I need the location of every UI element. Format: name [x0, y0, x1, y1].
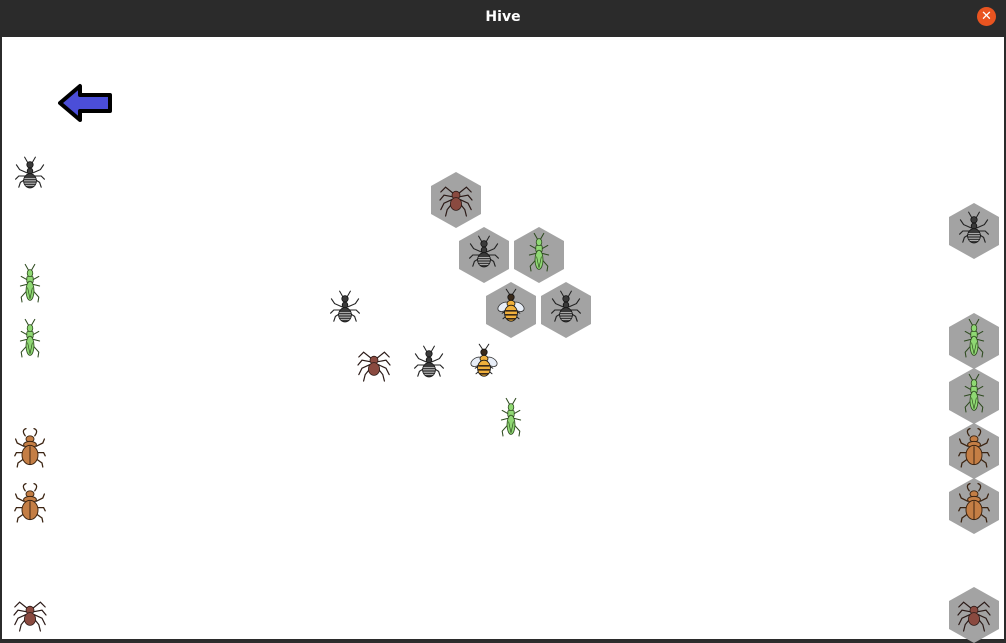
- spider-icon: [357, 351, 391, 382]
- hive-window: Hive ✕: [0, 0, 1006, 643]
- board-spider[interactable]: [431, 172, 481, 228]
- beetle-icon: [14, 427, 46, 468]
- spider-icon: [13, 601, 47, 632]
- board-bee[interactable]: [459, 337, 509, 393]
- right-hand-beetle[interactable]: [949, 478, 999, 534]
- close-button[interactable]: ✕: [977, 7, 996, 26]
- right-hand-beetle[interactable]: [949, 423, 999, 479]
- grasshopper-icon: [19, 263, 41, 303]
- grasshopper-icon: [500, 397, 522, 437]
- beetle-icon: [14, 482, 46, 523]
- right-hand-ant[interactable]: [949, 203, 999, 259]
- board-ant[interactable]: [320, 282, 370, 338]
- close-icon: ✕: [981, 9, 992, 24]
- left-hand-grasshopper[interactable]: [5, 313, 55, 369]
- right-hand-grasshopper[interactable]: [949, 368, 999, 424]
- board-ant[interactable]: [541, 282, 591, 338]
- left-hand-grasshopper[interactable]: [5, 258, 55, 314]
- board-ant[interactable]: [404, 337, 454, 393]
- left-hand-spider[interactable]: [5, 587, 55, 643]
- ant-icon: [330, 290, 360, 323]
- left-arrow-icon: [58, 84, 112, 122]
- board-ant[interactable]: [459, 227, 509, 283]
- back-button[interactable]: [58, 83, 114, 123]
- right-hand-grasshopper[interactable]: [949, 313, 999, 369]
- board-grasshopper[interactable]: [514, 227, 564, 283]
- ant-icon: [414, 345, 444, 378]
- right-hand-spider[interactable]: [949, 587, 999, 643]
- bee-icon: [470, 343, 498, 377]
- titlebar: Hive ✕: [0, 0, 1006, 34]
- window-title: Hive: [485, 9, 521, 25]
- left-hand-beetle[interactable]: [5, 423, 55, 479]
- board-spider[interactable]: [349, 337, 399, 393]
- grasshopper-icon: [19, 318, 41, 358]
- ant-icon: [15, 156, 45, 189]
- board-bee[interactable]: [486, 282, 536, 338]
- left-hand-beetle[interactable]: [5, 478, 55, 534]
- board-grasshopper[interactable]: [486, 392, 536, 448]
- game-board[interactable]: [2, 37, 1004, 643]
- left-hand-ant[interactable]: [5, 148, 55, 204]
